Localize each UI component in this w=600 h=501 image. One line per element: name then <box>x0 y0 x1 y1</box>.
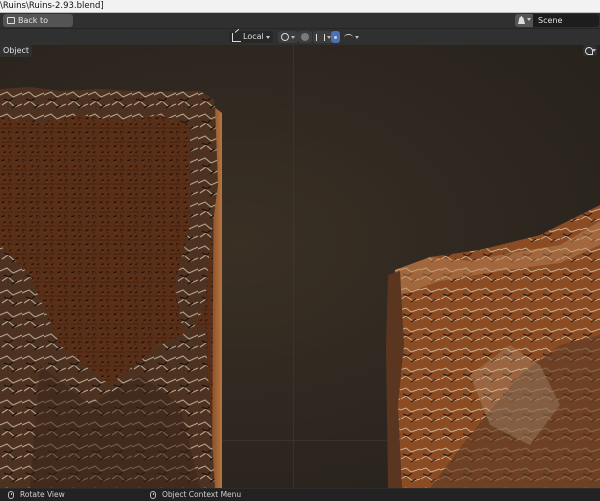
transform-orientation-icon <box>232 33 241 42</box>
chevron-down-icon <box>527 18 531 21</box>
viewport-scene <box>0 87 600 488</box>
scene-icon <box>518 16 525 24</box>
scene-name-field[interactable]: Scene <box>533 14 599 27</box>
right-stone-block[interactable] <box>386 205 600 488</box>
pivot-group <box>278 31 298 43</box>
proportional-falloff-button[interactable] <box>341 31 362 43</box>
snap-group <box>298 31 334 43</box>
status-bar: Rotate View Object Context Menu <box>0 488 600 501</box>
viewport-gizmo-toggle[interactable] <box>583 45 597 56</box>
falloff-curve-icon <box>344 33 353 41</box>
window-title: \Ruins\Ruins-2.93.blend] <box>0 1 104 11</box>
snap-target-icon <box>316 33 325 41</box>
viewport-header: Local <box>0 28 600 46</box>
status-context-menu: Object Context Menu <box>150 489 241 501</box>
chevron-down-icon <box>291 35 295 39</box>
transform-orientation-value: Local <box>243 32 264 41</box>
screen-icon <box>7 17 15 24</box>
proportional-edit-toggle[interactable] <box>331 31 340 43</box>
pivot-link-icon <box>281 33 289 41</box>
scene-browse-button[interactable] <box>515 14 533 27</box>
pivot-point-button[interactable] <box>278 31 298 43</box>
back-to-previous-button[interactable]: Back to Previous <box>3 14 73 38</box>
mouse-middle-icon <box>8 491 14 499</box>
proportional-edit-group <box>331 31 362 43</box>
status-context-menu-label: Object Context Menu <box>162 490 242 499</box>
top-bar: Back to Previous Scene <box>0 13 600 38</box>
status-rotate-view-label: Rotate View <box>20 490 65 499</box>
mouse-right-icon <box>150 491 156 499</box>
transform-orientation-group: Local <box>229 31 273 43</box>
status-rotate-view: Rotate View <box>8 489 65 501</box>
3d-viewport[interactable] <box>0 45 600 488</box>
snap-toggle-button[interactable] <box>298 31 312 43</box>
chevron-down-icon <box>355 35 359 39</box>
snap-icon <box>301 33 309 41</box>
object-mode-label[interactable]: Object <box>0 45 33 57</box>
left-stone-tablet[interactable] <box>0 87 222 488</box>
proportional-edit-icon <box>334 35 337 39</box>
chevron-down-icon <box>592 49 596 52</box>
chevron-down-icon <box>266 36 270 39</box>
window-title-bar: \Ruins\Ruins-2.93.blend] <box>0 0 600 13</box>
scene-selector: Scene <box>515 14 599 27</box>
transform-orientation-dropdown[interactable]: Local <box>229 31 273 43</box>
